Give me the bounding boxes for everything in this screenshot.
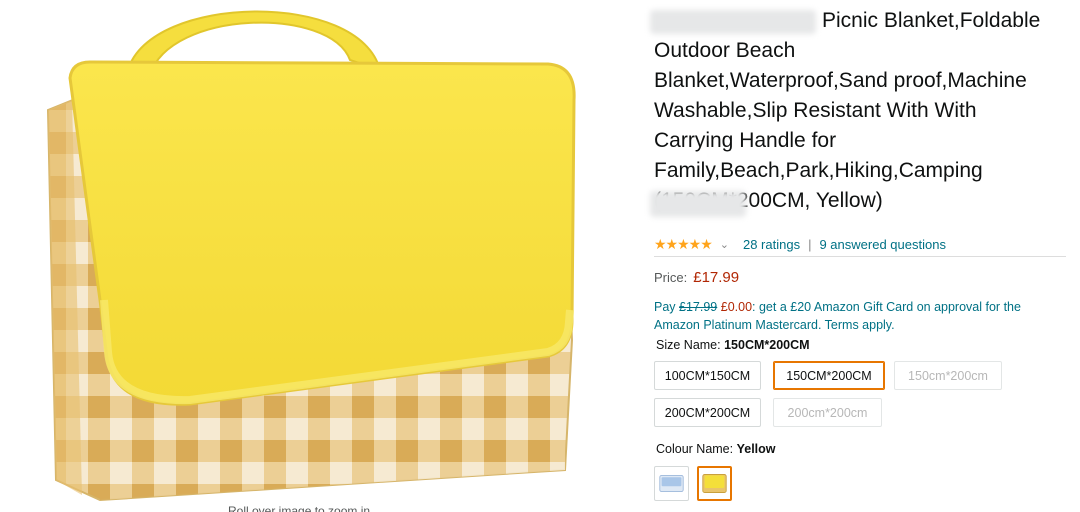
separator: |	[808, 237, 812, 252]
size-label-text: Size Name:	[656, 338, 721, 352]
price-label: Price:	[654, 270, 688, 285]
title-line-3: Blanket,Waterproof,Sand proof,Machine	[654, 69, 1027, 92]
colour-label-text: Colour Name:	[656, 442, 734, 456]
ratings-link[interactable]: 28 ratings	[743, 237, 800, 252]
title-line-5: Carrying Handle for	[654, 129, 837, 152]
product-title: Picnic Blanket,Foldable Outdoor Beach Bl…	[650, 6, 1066, 217]
size-option-200x200[interactable]: 200CM*200CM	[654, 398, 761, 427]
divider	[654, 256, 1066, 257]
size-name-label: Size Name: 150CM*200CM	[656, 338, 810, 352]
colour-name-label: Colour Name: Yellow	[656, 442, 776, 456]
answered-questions-link[interactable]: 9 answered questions	[819, 237, 945, 252]
title-line-2: Outdoor Beach	[654, 39, 796, 62]
product-details: Picnic Blanket,Foldable Outdoor Beach Bl…	[650, 6, 1066, 217]
redacted-brand-1	[650, 10, 816, 34]
promo-pay: Pay	[654, 300, 676, 314]
title-line-4: Washable,Slip Resistant With With	[654, 99, 977, 122]
colour-swatch-yellow[interactable]	[697, 466, 732, 501]
colour-swatch-blue[interactable]	[654, 466, 689, 501]
blue-blanket-swatch-icon	[659, 474, 684, 493]
product-image[interactable]: Roll over image to zoom in	[0, 0, 640, 512]
credit-card-promo[interactable]: Pay £17.99 £0.00: get a £20 Amazon Gift …	[654, 298, 1064, 334]
size-option-150x200-lower[interactable]: 150cm*200cm	[894, 361, 1002, 390]
zoom-hint: Roll over image to zoom in	[228, 504, 371, 512]
colour-selected-value: Yellow	[736, 442, 776, 456]
yellow-blanket-swatch-icon	[702, 474, 727, 493]
star-rating-icon[interactable]: ★★★★★	[654, 236, 713, 253]
size-selected-value: 150CM*200CM	[724, 338, 810, 352]
price-value: £17.99	[693, 269, 740, 286]
size-option-100x150[interactable]: 100CM*150CM	[654, 361, 761, 390]
chevron-down-icon[interactable]: ⌄	[720, 238, 729, 251]
picnic-blanket-image	[46, 10, 576, 502]
size-option-200x200-lower[interactable]: 200cm*200cm	[773, 398, 882, 427]
title-line-6: Family,Beach,Park,Hiking,Camping	[654, 159, 983, 182]
redacted-brand-2	[650, 191, 746, 217]
promo-old-price: £17.99	[679, 300, 718, 314]
promo-new-price: £0.00	[720, 300, 753, 314]
price-row: Price: £17.99	[654, 269, 739, 286]
size-option-150x200[interactable]: 150CM*200CM	[773, 361, 885, 390]
rating-row: ★★★★★ ⌄ 28 ratings | 9 answered question…	[654, 236, 946, 253]
